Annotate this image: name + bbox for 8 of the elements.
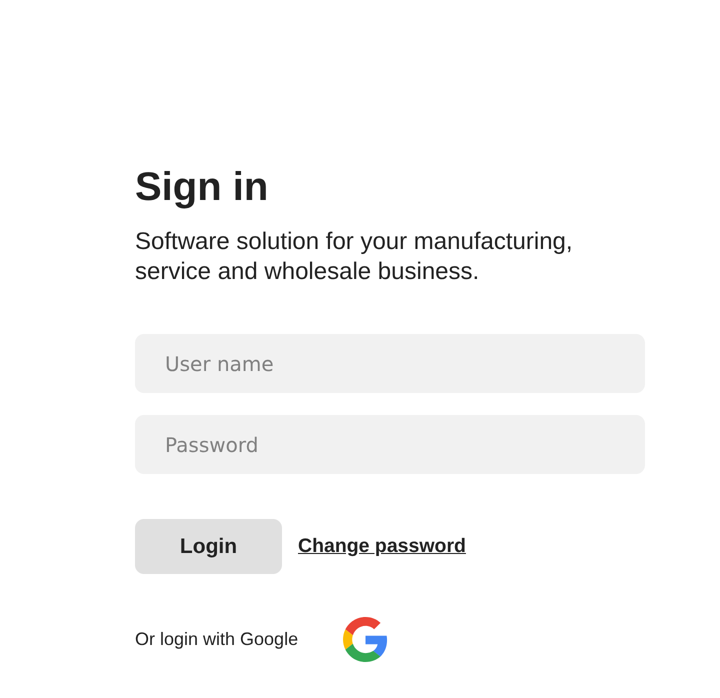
google-g-icon[interactable] <box>343 617 388 662</box>
subtitle-text: Software solution for your manufacturing, service and wholesale business. <box>135 227 574 287</box>
username-field[interactable]: User name <box>135 334 645 393</box>
password-field[interactable]: Password <box>135 415 645 474</box>
login-button[interactable]: Login <box>135 519 282 574</box>
change-password-link[interactable]: Change password <box>298 535 466 558</box>
page-title: Sign in <box>135 164 268 210</box>
google-login-label: Or login with Google <box>135 629 298 650</box>
